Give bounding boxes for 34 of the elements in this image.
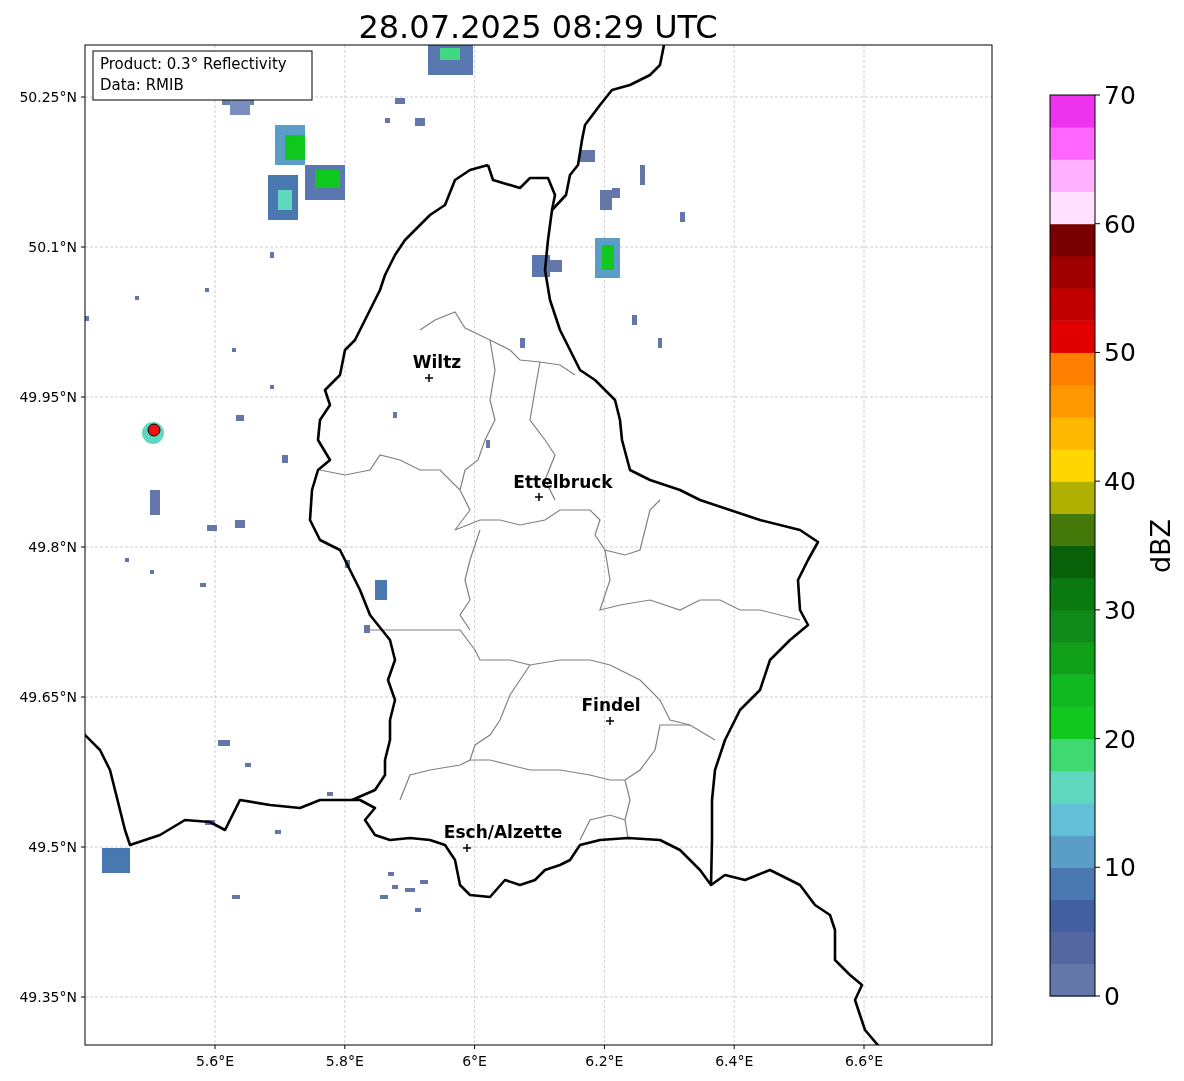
axis-tick-label: 6°E (462, 1053, 487, 1069)
city-label: Ettelbruck (513, 472, 613, 492)
colorbar-tick-label: 60 (1104, 209, 1136, 239)
city-marker-icon (462, 843, 472, 853)
axis-tick-label: 5.8°E (325, 1053, 364, 1069)
colorbar-tick-label: 40 (1104, 467, 1136, 497)
city-marker-icon (605, 716, 615, 726)
city-label: Wiltz (412, 352, 462, 372)
axis-tick-label: 5.6°E (195, 1053, 235, 1069)
colorbar-label: dBZ (1145, 518, 1176, 574)
axis-tick-label: 49.65°N (19, 689, 77, 705)
colorbar-tick-label: 30 (1104, 595, 1136, 625)
colorbar-tick-label: 10 (1104, 853, 1136, 883)
axis-tick-label: 49.95°N (19, 389, 77, 405)
axis-tick-label: 50.1°N (28, 239, 77, 255)
city-marker-icon (534, 492, 544, 502)
city-label: Esch/Alzette (443, 822, 563, 842)
axis-tick-label: 6.6°E (844, 1053, 884, 1069)
chart-title: 28.07.2025 08:29 UTC (358, 8, 718, 46)
info-text: Product: 0.3° Reflectivity (100, 55, 287, 73)
info-text: Data: RMIB (100, 76, 184, 94)
city-label: Findel (581, 695, 641, 715)
axis-tick-label: 49.5°N (28, 839, 77, 855)
axis-tick-label: 49.35°N (19, 989, 77, 1005)
axis-tick-label: 49.8°N (28, 539, 77, 555)
city-marker-icon (424, 373, 434, 383)
colorbar-tick-label: 0 (1104, 982, 1120, 1011)
axis-tick-label: 6.4°E (715, 1053, 754, 1069)
colorbar-tick-label: 20 (1104, 724, 1136, 754)
axis-tick-label: 50.25°N (19, 89, 77, 105)
colorbar-tick-label: 70 (1104, 81, 1136, 110)
radar-site-icon (142, 422, 164, 444)
colorbar-tick-label: 50 (1104, 338, 1136, 368)
axis-tick-label: 6.2°E (585, 1053, 624, 1069)
